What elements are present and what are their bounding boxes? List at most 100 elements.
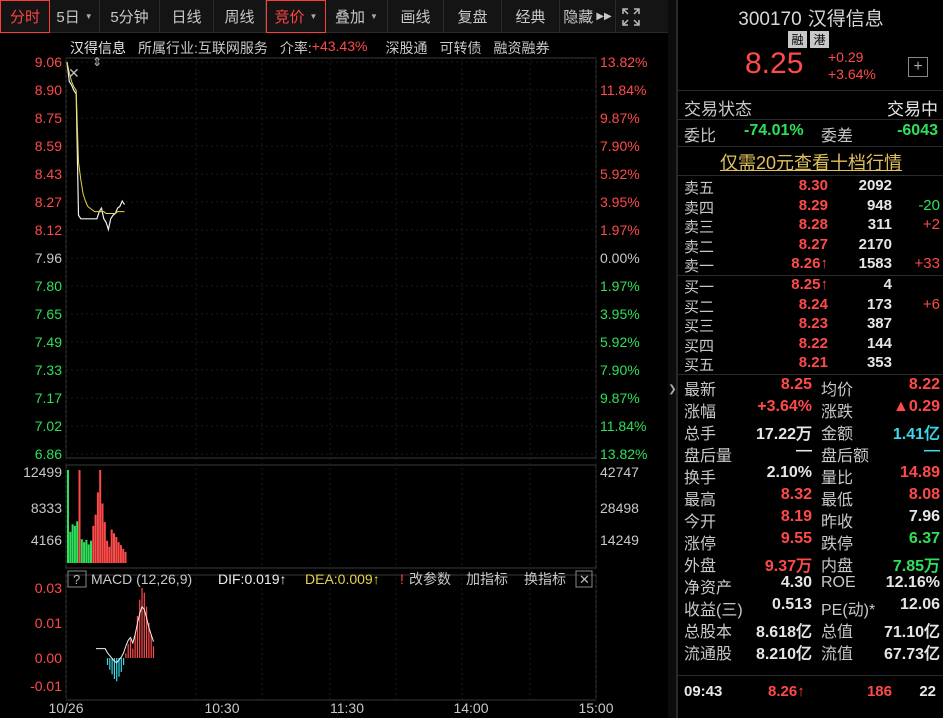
level-qty: 311 bbox=[867, 216, 892, 233]
stat-row: 最高 8.32 最低 8.08 bbox=[678, 486, 943, 509]
margin-tag[interactable]: 融 bbox=[788, 31, 807, 48]
stat-label: 涨幅 bbox=[684, 404, 717, 421]
ask-level-1[interactable]: 卖五 8.30 2092 bbox=[678, 177, 943, 197]
ask-level-5[interactable]: 卖一 8.26↑ 1583 +33 bbox=[678, 255, 943, 275]
ask-level-4[interactable]: 卖二 8.27 2170 bbox=[678, 236, 943, 256]
tab-weekly[interactable]: 周线 bbox=[214, 0, 266, 33]
price-tick-label: 8.75 bbox=[35, 110, 62, 126]
stat-label: 今开 bbox=[684, 514, 717, 531]
bid-level-1[interactable]: 买一 8.25↑ 4 bbox=[678, 276, 943, 296]
volume-bar bbox=[106, 540, 109, 563]
tag-convertible[interactable]: 可转债 bbox=[439, 38, 481, 58]
stat-label: 跌停 bbox=[821, 536, 854, 553]
classic-button[interactable]: 经典 bbox=[502, 0, 560, 33]
level-delta: +33 bbox=[914, 255, 940, 272]
percent-tick-label: 13.82% bbox=[600, 446, 647, 462]
time-tick-label: 10/26 bbox=[48, 700, 83, 716]
stat-value: 0.513 bbox=[771, 596, 812, 613]
bid-level-5[interactable]: 买五 8.21 353 bbox=[678, 354, 943, 374]
intraday-chart[interactable]: 9.06 13.82% 8.90 11.84% 8.75 9.87% 8.59 7.90% 8.… bbox=[0, 33, 668, 718]
industry-value[interactable]: 互联网服务 bbox=[198, 38, 268, 58]
stat-label: 净资产 bbox=[684, 580, 733, 597]
tag-margin[interactable]: 融资融券 bbox=[493, 38, 549, 58]
stat-value: 12.16% bbox=[885, 574, 940, 591]
level-qty: 4 bbox=[883, 276, 892, 293]
tick-row: 09:43 8.26↑ 186 22 bbox=[678, 683, 943, 703]
volume-bar bbox=[85, 539, 88, 563]
price-tick-label: 8.90 bbox=[35, 82, 62, 98]
panel-collapse-handle[interactable]: ❯ bbox=[668, 0, 677, 718]
macd-link[interactable]: 换指标 bbox=[524, 571, 566, 587]
macd-tick-label: -0.01 bbox=[30, 678, 62, 694]
price-tick-label: 8.12 bbox=[35, 222, 62, 238]
hide-button[interactable]: 隐藏 ▶▶ bbox=[560, 0, 616, 33]
macd-link[interactable]: 改参数 bbox=[409, 571, 451, 587]
time-tick-label: 15:00 bbox=[578, 700, 613, 716]
stat-label: 流值 bbox=[821, 646, 854, 663]
stat-value: 8.618亿 bbox=[755, 624, 812, 641]
order-ratio-row: 委比 -74.01% 委差 -6043 bbox=[678, 122, 943, 145]
percent-tick-label: 3.95% bbox=[600, 306, 640, 322]
stat-value: 2.10% bbox=[766, 464, 812, 481]
tag-shenguto[interactable]: 深股通 bbox=[385, 38, 427, 58]
ask-level-3[interactable]: 卖三 8.28 311 +2 bbox=[678, 216, 943, 236]
overlay-button[interactable]: 叠加 ▼ bbox=[326, 0, 388, 33]
ask-level-2[interactable]: 卖四 8.29 948 -20 bbox=[678, 196, 943, 217]
volume-bar bbox=[71, 524, 74, 563]
volume-bar bbox=[103, 522, 106, 563]
close-icon: ✕ bbox=[68, 66, 80, 82]
price-tick-label: 8.59 bbox=[35, 138, 62, 154]
percent-tick-label: 11.84% bbox=[600, 418, 646, 434]
wb-value: -74.01% bbox=[744, 122, 804, 139]
tab-auction[interactable]: 竞价 ▼ bbox=[266, 0, 326, 33]
tab-5day[interactable]: 5日 ▼ bbox=[50, 0, 100, 33]
tab-timeshare[interactable]: 分时 bbox=[0, 0, 50, 33]
percent-tick-label: 7.90% bbox=[600, 138, 640, 154]
level-label: 卖三 bbox=[684, 219, 715, 236]
stat-value: 67.73亿 bbox=[883, 646, 940, 663]
change-percent: +3.64% bbox=[828, 66, 876, 82]
fullscreen-icon[interactable] bbox=[616, 0, 646, 33]
stat-label: 总手 bbox=[684, 426, 717, 443]
volume-bar bbox=[76, 521, 79, 563]
stat-row: 收益(三) 0.513 PE(动)* 12.06 bbox=[678, 596, 943, 619]
hk-connect-tag[interactable]: 港 bbox=[810, 31, 829, 48]
level-label: 卖四 bbox=[684, 199, 715, 217]
price-change: +0.29 +3.64% bbox=[828, 49, 876, 83]
price-tick-label: 7.80 bbox=[35, 278, 62, 294]
stat-row: 总股本 8.618亿 总值 71.10亿 bbox=[678, 618, 943, 641]
macd-pane bbox=[65, 574, 597, 701]
bid-level-2[interactable]: 买二 8.24 173 +6 bbox=[678, 295, 943, 316]
stat-label: 涨跌 bbox=[821, 404, 854, 421]
stat-value: +3.64% bbox=[757, 398, 812, 415]
level-qty: 144 bbox=[866, 334, 892, 352]
tab-daily[interactable]: 日线 bbox=[160, 0, 214, 33]
tab-5min[interactable]: 5分钟 bbox=[100, 0, 160, 33]
bid-level-3[interactable]: 买三 8.23 387 bbox=[678, 315, 943, 335]
macd-tick-label: 0.01 bbox=[35, 615, 62, 631]
stat-value: 8.22 bbox=[908, 376, 940, 393]
stat-label: 内盘 bbox=[821, 558, 854, 575]
add-watchlist-button[interactable]: + bbox=[908, 57, 928, 77]
level-qty: 173 bbox=[866, 295, 892, 313]
stat-value: 8.25 bbox=[780, 376, 812, 393]
volume-tick-label: 4166 bbox=[31, 532, 62, 548]
price-tick-label: 7.33 bbox=[35, 362, 62, 378]
volume-bar bbox=[92, 525, 95, 563]
level-qty: 948 bbox=[866, 196, 892, 214]
draw-button[interactable]: 画线 bbox=[388, 0, 444, 33]
wc-label: 委差 bbox=[821, 128, 854, 145]
percent-tick-label: 1.97% bbox=[600, 222, 640, 238]
stat-value: 9.37万 bbox=[764, 558, 812, 575]
level2-upsell-link[interactable]: 仅需20元查看十档行情 bbox=[678, 149, 943, 175]
percent-tick-label: 1.97% bbox=[600, 278, 640, 294]
macd-link[interactable]: 加指标 bbox=[466, 571, 508, 587]
chevron-right-icon: ❯ bbox=[668, 384, 677, 395]
bid-level-4[interactable]: 买四 8.22 144 bbox=[678, 334, 943, 355]
help-icon-glyph: ? bbox=[73, 572, 80, 587]
level-delta: +2 bbox=[922, 216, 940, 233]
replay-button[interactable]: 复盘 bbox=[444, 0, 502, 33]
stat-label: 盘后量 bbox=[684, 448, 733, 465]
time-tick-label: 10:30 bbox=[204, 700, 239, 716]
stat-label: 均价 bbox=[821, 382, 854, 399]
